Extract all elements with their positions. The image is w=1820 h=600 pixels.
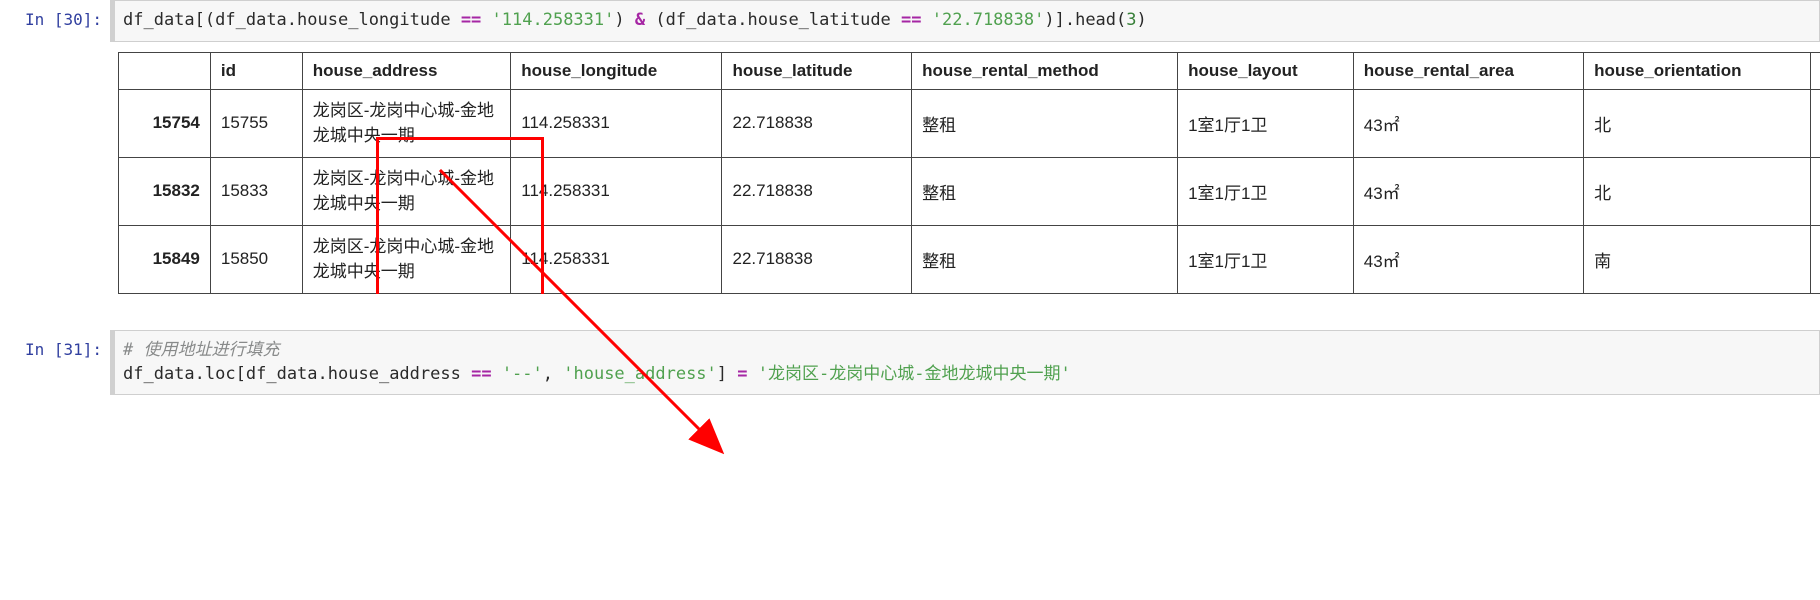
table-cell: 15833: [210, 157, 302, 225]
table-cell: 15755: [210, 89, 302, 157]
table-cell: 43㎡: [1353, 89, 1583, 157]
input-prompt: In [30]:: [0, 0, 110, 42]
table-cell: 114.258331: [511, 89, 722, 157]
cell-spacer: [0, 302, 1820, 330]
table-cell: 22.718838: [722, 225, 912, 293]
dataframe-output: idhouse_addresshouse_longitudehouse_lati…: [110, 42, 1820, 302]
table-cell: 15850: [210, 225, 302, 293]
row-index: 15754: [119, 89, 211, 157]
output-cell-30: idhouse_addresshouse_longitudehouse_lati…: [0, 42, 1820, 302]
table-cell: 整租: [912, 89, 1178, 157]
notebook-page: In [30]: df_data[(df_data.house_longitud…: [0, 0, 1820, 395]
table-body: 1575415755龙岗区-龙岗中心城-金地龙城中央一期114.25833122…: [119, 89, 1820, 293]
table-cell: 2500 元/: [1810, 225, 1820, 293]
table-cell: 整租: [912, 157, 1178, 225]
table-cell: 43㎡: [1353, 225, 1583, 293]
table-cell: 22.718838: [722, 157, 912, 225]
table-cell: 龙岗区-龙岗中心城-金地龙城中央一期: [302, 225, 511, 293]
column-header: id: [210, 52, 302, 89]
table-cell: 43㎡: [1353, 157, 1583, 225]
column-header: house_latitude: [722, 52, 912, 89]
table-row: 1584915850龙岗区-龙岗中心城-金地龙城中央一期114.25833122…: [119, 225, 1820, 293]
row-index: 15849: [119, 225, 211, 293]
table-header-row: idhouse_addresshouse_longitudehouse_lati…: [119, 52, 1820, 89]
table-cell: 22.718838: [722, 89, 912, 157]
table-cell: 2600 元/: [1810, 157, 1820, 225]
column-header: house_rental_area: [1353, 52, 1583, 89]
table-cell: 南: [1584, 225, 1811, 293]
output-prompt: [0, 42, 110, 302]
dataframe-scroll[interactable]: idhouse_addresshouse_longitudehouse_lati…: [118, 52, 1820, 294]
table-cell: 114.258331: [511, 225, 722, 293]
table-cell: 北: [1584, 89, 1811, 157]
column-header: [119, 52, 211, 89]
code-cell-31: In [31]: # 使用地址进行填充 df_data.loc[df_data.…: [0, 330, 1820, 396]
table-cell: 1室1厅1卫: [1178, 225, 1354, 293]
column-header: house_orientation: [1584, 52, 1811, 89]
input-prompt: In [31]:: [0, 330, 110, 396]
column-header: house_address: [302, 52, 511, 89]
code-cell-30: In [30]: df_data[(df_data.house_longitud…: [0, 0, 1820, 42]
column-header: house_longitude: [511, 52, 722, 89]
table-cell: 整租: [912, 225, 1178, 293]
code-input[interactable]: df_data[(df_data.house_longitude == '114…: [110, 0, 1820, 42]
table-row: 1583215833龙岗区-龙岗中心城-金地龙城中央一期114.25833122…: [119, 157, 1820, 225]
column-header: house_r: [1810, 52, 1820, 89]
table-cell: 龙岗区-龙岗中心城-金地龙城中央一期: [302, 89, 511, 157]
table-row: 1575415755龙岗区-龙岗中心城-金地龙城中央一期114.25833122…: [119, 89, 1820, 157]
table-cell: 114.258331: [511, 157, 722, 225]
table-cell: 1室1厅1卫: [1178, 89, 1354, 157]
code-input[interactable]: # 使用地址进行填充 df_data.loc[df_data.house_add…: [110, 330, 1820, 396]
table-cell: 北: [1584, 157, 1811, 225]
table-cell: 1室1厅1卫: [1178, 157, 1354, 225]
table-cell: 龙岗区-龙岗中心城-金地龙城中央一期: [302, 157, 511, 225]
dataframe-table: idhouse_addresshouse_longitudehouse_lati…: [118, 52, 1820, 294]
row-index: 15832: [119, 157, 211, 225]
column-header: house_rental_method: [912, 52, 1178, 89]
column-header: house_layout: [1178, 52, 1354, 89]
table-cell: 2200 元/: [1810, 89, 1820, 157]
